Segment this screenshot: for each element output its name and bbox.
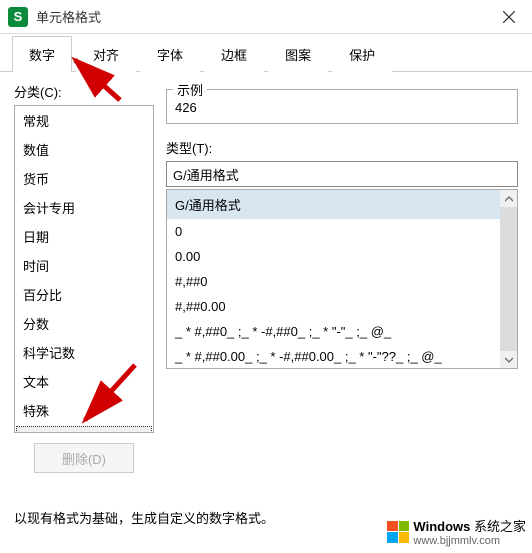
chevron-up-icon bbox=[505, 196, 513, 202]
category-item-percent[interactable]: 百分比 bbox=[15, 280, 153, 309]
watermark-url: www.bjjmmlv.com bbox=[413, 535, 526, 547]
tab-number[interactable]: 数字 bbox=[12, 36, 72, 72]
close-icon bbox=[503, 11, 515, 23]
scroll-track[interactable] bbox=[500, 207, 517, 351]
scroll-up-button[interactable] bbox=[500, 190, 517, 207]
example-group: 示例 426 bbox=[166, 89, 518, 124]
app-icon: S bbox=[8, 7, 28, 27]
right-column: 示例 426 类型(T): G/通用格式 0 0.00 #,##0 #,##0.… bbox=[166, 82, 518, 473]
category-item-date[interactable]: 日期 bbox=[15, 222, 153, 251]
title-bar: S 单元格格式 bbox=[0, 0, 532, 34]
category-item-general[interactable]: 常规 bbox=[15, 106, 153, 135]
category-item-time[interactable]: 时间 bbox=[15, 251, 153, 280]
example-label: 示例 bbox=[173, 80, 207, 99]
type-list-item[interactable]: G/通用格式 bbox=[167, 190, 500, 219]
type-list-item[interactable]: #,##0.00 bbox=[167, 294, 500, 319]
category-item-currency[interactable]: 货币 bbox=[15, 164, 153, 193]
type-list-item[interactable]: 0 bbox=[167, 219, 500, 244]
category-list[interactable]: 常规 数值 货币 会计专用 日期 时间 百分比 分数 科学记数 文本 特殊 自定… bbox=[14, 105, 154, 433]
tab-protect[interactable]: 保护 bbox=[332, 36, 392, 72]
category-item-accounting[interactable]: 会计专用 bbox=[15, 193, 153, 222]
category-item-scientific[interactable]: 科学记数 bbox=[15, 338, 153, 367]
category-item-text[interactable]: 文本 bbox=[15, 367, 153, 396]
type-input[interactable] bbox=[166, 161, 518, 187]
delete-button: 删除(D) bbox=[34, 443, 134, 473]
type-list-scrollbar[interactable] bbox=[500, 190, 517, 368]
category-item-special[interactable]: 特殊 bbox=[15, 396, 153, 425]
category-item-custom[interactable]: 自定义 bbox=[16, 426, 152, 433]
content-area: 分类(C): 常规 数值 货币 会计专用 日期 时间 百分比 分数 科学记数 文… bbox=[0, 72, 532, 483]
example-value: 426 bbox=[175, 94, 509, 115]
window-title: 单元格格式 bbox=[36, 7, 101, 26]
category-item-number[interactable]: 数值 bbox=[15, 135, 153, 164]
helper-text: 以现有格式为基础，生成自定义的数字格式。 bbox=[14, 508, 274, 527]
type-list-item[interactable]: #,##0 bbox=[167, 269, 500, 294]
type-list-item[interactable]: _ * #,##0.00_ ;_ * -#,##0.00_ ;_ * "-"??… bbox=[167, 344, 500, 368]
tab-strip: 数字 对齐 字体 边框 图案 保护 bbox=[0, 34, 532, 72]
left-column: 分类(C): 常规 数值 货币 会计专用 日期 时间 百分比 分数 科学记数 文… bbox=[14, 82, 154, 473]
category-label: 分类(C): bbox=[14, 82, 154, 101]
windows-icon bbox=[387, 521, 409, 543]
type-list[interactable]: G/通用格式 0 0.00 #,##0 #,##0.00 _ * #,##0_ … bbox=[166, 189, 518, 369]
tab-font[interactable]: 字体 bbox=[140, 36, 200, 72]
type-list-item[interactable]: _ * #,##0_ ;_ * -#,##0_ ;_ * "-"_ ;_ @_ bbox=[167, 319, 500, 344]
close-button[interactable] bbox=[486, 0, 532, 34]
tab-border[interactable]: 边框 bbox=[204, 36, 264, 72]
tab-pattern[interactable]: 图案 bbox=[268, 36, 328, 72]
category-item-fraction[interactable]: 分数 bbox=[15, 309, 153, 338]
scroll-down-button[interactable] bbox=[500, 351, 517, 368]
type-label: 类型(T): bbox=[166, 138, 518, 157]
watermark: Windows 系统之家 www.bjjmmlv.com bbox=[387, 516, 526, 547]
watermark-main: Windows 系统之家 bbox=[413, 519, 526, 534]
type-list-item[interactable]: 0.00 bbox=[167, 244, 500, 269]
chevron-down-icon bbox=[505, 357, 513, 363]
tab-align[interactable]: 对齐 bbox=[76, 36, 136, 72]
